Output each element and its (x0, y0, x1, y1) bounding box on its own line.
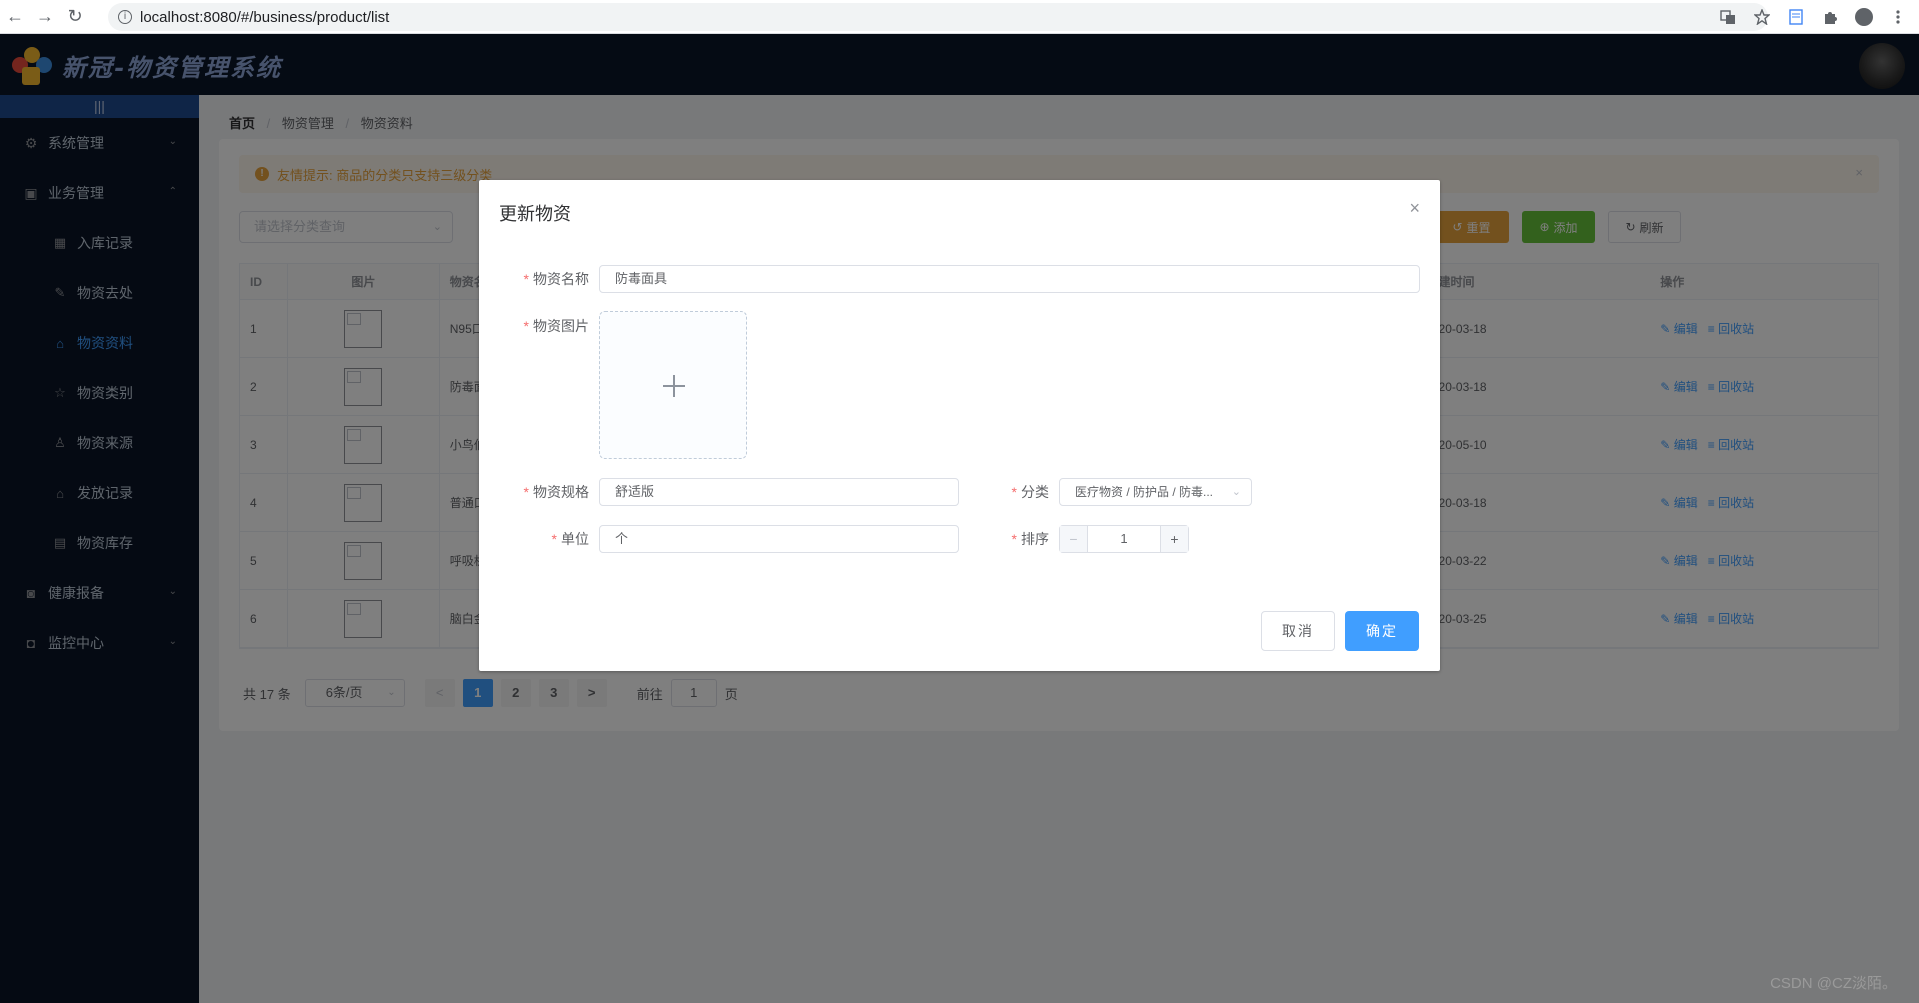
plus-icon (673, 375, 675, 397)
spec-label-text: 物资规格 (533, 484, 589, 500)
update-product-dialog: 更新物资 × * 物资名称 防毒面具 * 物资图片 * 物资规格 舒适版 * 分类 医疗… (479, 180, 1440, 671)
required-mark: * (523, 484, 529, 500)
name-label-text: 物资名称 (533, 271, 589, 287)
reload-icon[interactable]: ↻ (60, 2, 90, 32)
required-mark: * (551, 531, 557, 547)
name-input[interactable]: 防毒面具 (599, 265, 1420, 293)
cancel-button[interactable]: 取消 (1261, 611, 1335, 651)
bookmark-star-icon[interactable] (1749, 4, 1775, 30)
image-upload[interactable] (599, 311, 747, 459)
chevron-down-icon: ⌄ (1231, 486, 1241, 498)
extension-page-icon[interactable] (1783, 4, 1809, 30)
address-bar[interactable]: i localhost:8080/#/business/product/list (108, 3, 1768, 31)
confirm-button[interactable]: 确定 (1345, 611, 1419, 651)
required-mark: * (523, 271, 529, 287)
unit-label-text: 单位 (561, 531, 589, 547)
profile-icon[interactable] (1851, 4, 1877, 30)
image-label-text: 物资图片 (533, 318, 589, 334)
translate-icon[interactable] (1715, 4, 1741, 30)
puzzle-icon[interactable] (1817, 4, 1843, 30)
category-label-text: 分类 (1021, 484, 1049, 500)
spec-input[interactable]: 舒适版 (599, 478, 959, 506)
unit-label: * 单位 (509, 529, 589, 549)
required-mark: * (1011, 484, 1017, 500)
category-value: 医疗物资 / 防护品 / 防毒... (1075, 485, 1214, 499)
image-label: * 物资图片 (509, 316, 589, 336)
url-text[interactable]: localhost:8080/#/business/product/list (140, 9, 389, 26)
forward-icon[interactable]: → (30, 2, 60, 32)
sort-label-text: 排序 (1021, 531, 1049, 547)
required-mark: * (523, 318, 529, 334)
close-icon[interactable]: × (1409, 198, 1420, 219)
category-cascader[interactable]: 医疗物资 / 防护品 / 防毒... ⌄ (1059, 478, 1252, 506)
sort-value-input[interactable]: 1 (1088, 526, 1160, 552)
required-mark: * (1011, 531, 1017, 547)
spec-label: * 物资规格 (509, 482, 589, 502)
name-label: * 物资名称 (509, 269, 589, 289)
browser-toolbar: ← → ↻ i localhost:8080/#/business/produc… (0, 0, 1919, 34)
increment-button[interactable]: + (1160, 526, 1188, 552)
decrement-button[interactable]: − (1060, 526, 1088, 552)
back-icon[interactable]: ← (0, 2, 30, 32)
watermark: CSDN @CZ淡陌。 (1770, 975, 1897, 992)
menu-dots-icon[interactable] (1885, 4, 1911, 30)
browser-actions (1715, 4, 1911, 30)
info-icon[interactable]: i (118, 10, 132, 24)
sort-label: * 排序 (979, 529, 1049, 549)
unit-input[interactable]: 个 (599, 525, 959, 553)
dialog-title: 更新物资 (499, 204, 571, 224)
sort-stepper: − 1 + (1059, 525, 1189, 553)
category-label: * 分类 (979, 482, 1049, 502)
